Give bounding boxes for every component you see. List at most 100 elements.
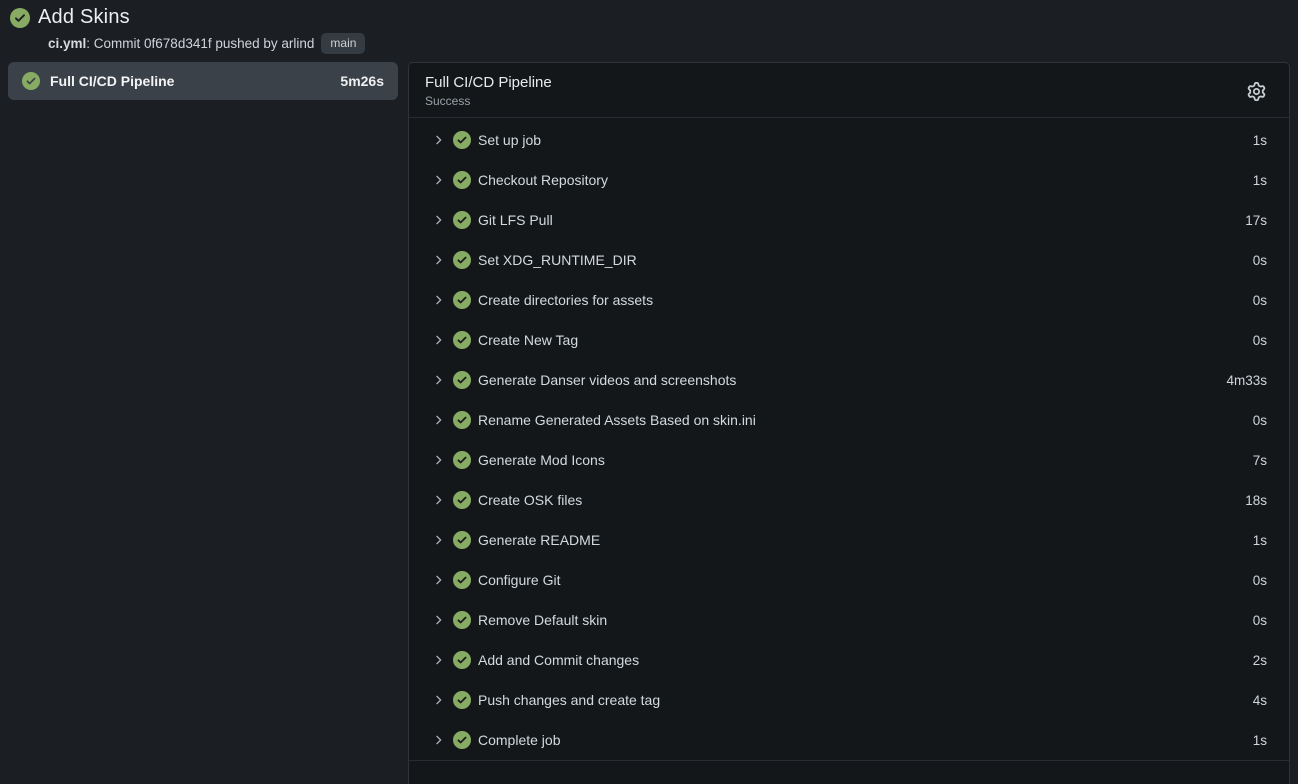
step-row[interactable]: Rename Generated Assets Based on skin.in…	[409, 400, 1289, 440]
step-duration: 0s	[1253, 253, 1267, 268]
step-duration: 4s	[1253, 693, 1267, 708]
step-duration: 0s	[1253, 613, 1267, 628]
step-name: Git LFS Pull	[478, 212, 1245, 228]
step-duration: 0s	[1253, 573, 1267, 588]
check-circle-icon	[453, 691, 471, 709]
step-duration: 2s	[1253, 653, 1267, 668]
chevron-right-icon[interactable]	[431, 733, 445, 747]
check-circle-icon	[453, 731, 471, 749]
run-title: Add Skins	[38, 6, 130, 29]
chevron-right-icon[interactable]	[431, 253, 445, 267]
step-name: Create New Tag	[478, 332, 1253, 348]
step-duration: 0s	[1253, 413, 1267, 428]
step-row[interactable]: Generate Danser videos and screenshots 4…	[409, 360, 1289, 400]
step-row[interactable]: Checkout Repository 1s	[409, 160, 1289, 200]
step-row[interactable]: Create New Tag 0s	[409, 320, 1289, 360]
chevron-right-icon[interactable]	[431, 293, 445, 307]
steps-list: Set up job 1s Checkout Repository 1s Git…	[409, 118, 1289, 760]
step-row[interactable]: Set up job 1s	[409, 120, 1289, 160]
chevron-right-icon[interactable]	[431, 373, 445, 387]
gear-icon	[1247, 82, 1266, 101]
job-detail-header: Full CI/CD Pipeline Success	[409, 63, 1289, 118]
step-row[interactable]: Configure Git 0s	[409, 560, 1289, 600]
step-name: Set XDG_RUNTIME_DIR	[478, 252, 1253, 268]
workflow-file-label: ci.yml	[48, 36, 86, 51]
step-row[interactable]: Add and Commit changes 2s	[409, 640, 1289, 680]
chevron-right-icon[interactable]	[431, 133, 445, 147]
check-circle-icon	[22, 72, 40, 90]
check-circle-icon	[453, 171, 471, 189]
step-row[interactable]: Set XDG_RUNTIME_DIR 0s	[409, 240, 1289, 280]
step-row[interactable]: Create directories for assets 0s	[409, 280, 1289, 320]
actions-run-page: Add Skins ci.yml: Commit 0f678d341f push…	[0, 0, 1298, 784]
step-duration: 17s	[1245, 213, 1267, 228]
step-row[interactable]: Generate Mod Icons 7s	[409, 440, 1289, 480]
step-name: Create directories for assets	[478, 292, 1253, 308]
step-row[interactable]: Push changes and create tag 4s	[409, 680, 1289, 720]
step-name: Generate README	[478, 532, 1253, 548]
step-name: Rename Generated Assets Based on skin.in…	[478, 412, 1253, 428]
check-circle-icon	[453, 131, 471, 149]
check-circle-icon	[453, 251, 471, 269]
check-circle-icon	[453, 211, 471, 229]
jobs-sidebar: Full CI/CD Pipeline 5m26s	[8, 62, 398, 784]
step-duration: 1s	[1253, 733, 1267, 748]
step-row[interactable]: Create OSK files 18s	[409, 480, 1289, 520]
check-circle-icon	[453, 611, 471, 629]
job-title: Full CI/CD Pipeline	[425, 74, 1241, 91]
step-name: Push changes and create tag	[478, 692, 1253, 708]
check-circle-icon	[453, 451, 471, 469]
step-duration: 1s	[1253, 533, 1267, 548]
step-name: Checkout Repository	[478, 172, 1253, 188]
chevron-right-icon[interactable]	[431, 173, 445, 187]
chevron-right-icon[interactable]	[431, 533, 445, 547]
check-circle-icon	[453, 571, 471, 589]
job-duration: 5m26s	[340, 73, 384, 89]
step-name: Configure Git	[478, 572, 1253, 588]
step-row[interactable]: Generate README 1s	[409, 520, 1289, 560]
check-circle-icon	[453, 371, 471, 389]
step-name: Generate Mod Icons	[478, 452, 1253, 468]
run-content: Full CI/CD Pipeline 5m26s Full CI/CD Pip…	[0, 60, 1298, 784]
check-circle-icon	[453, 291, 471, 309]
step-duration: 18s	[1245, 493, 1267, 508]
step-duration: 0s	[1253, 333, 1267, 348]
step-name: Create OSK files	[478, 492, 1245, 508]
branch-badge[interactable]: main	[321, 33, 365, 54]
step-name: Remove Default skin	[478, 612, 1253, 628]
sidebar-job-item[interactable]: Full CI/CD Pipeline 5m26s	[8, 62, 398, 100]
run-header: Add Skins ci.yml: Commit 0f678d341f push…	[0, 0, 1298, 60]
chevron-right-icon[interactable]	[431, 613, 445, 627]
check-circle-icon	[453, 491, 471, 509]
settings-button[interactable]	[1241, 76, 1271, 106]
step-row[interactable]: Complete job 1s	[409, 720, 1289, 760]
chevron-right-icon[interactable]	[431, 413, 445, 427]
step-row[interactable]: Git LFS Pull 17s	[409, 200, 1289, 240]
commit-summary: : Commit 0f678d341f pushed by arlind	[86, 36, 314, 51]
chevron-right-icon[interactable]	[431, 693, 445, 707]
check-circle-icon	[453, 331, 471, 349]
step-row[interactable]: Remove Default skin 0s	[409, 600, 1289, 640]
step-duration: 1s	[1253, 173, 1267, 188]
panel-footer	[409, 760, 1289, 784]
check-circle-icon	[453, 651, 471, 669]
step-name: Generate Danser videos and screenshots	[478, 372, 1226, 388]
step-duration: 4m33s	[1226, 373, 1267, 388]
chevron-right-icon[interactable]	[431, 333, 445, 347]
step-duration: 7s	[1253, 453, 1267, 468]
run-subtitle: ci.yml: Commit 0f678d341f pushed by arli…	[48, 33, 1288, 54]
job-status-text: Success	[425, 94, 1241, 108]
step-name: Complete job	[478, 732, 1253, 748]
step-duration: 1s	[1253, 133, 1267, 148]
chevron-right-icon[interactable]	[431, 573, 445, 587]
step-name: Add and Commit changes	[478, 652, 1253, 668]
chevron-right-icon[interactable]	[431, 453, 445, 467]
check-circle-icon	[453, 531, 471, 549]
chevron-right-icon[interactable]	[431, 493, 445, 507]
chevron-right-icon[interactable]	[431, 653, 445, 667]
step-name: Set up job	[478, 132, 1253, 148]
chevron-right-icon[interactable]	[431, 213, 445, 227]
check-circle-icon	[453, 411, 471, 429]
step-duration: 0s	[1253, 293, 1267, 308]
job-name: Full CI/CD Pipeline	[50, 73, 330, 89]
